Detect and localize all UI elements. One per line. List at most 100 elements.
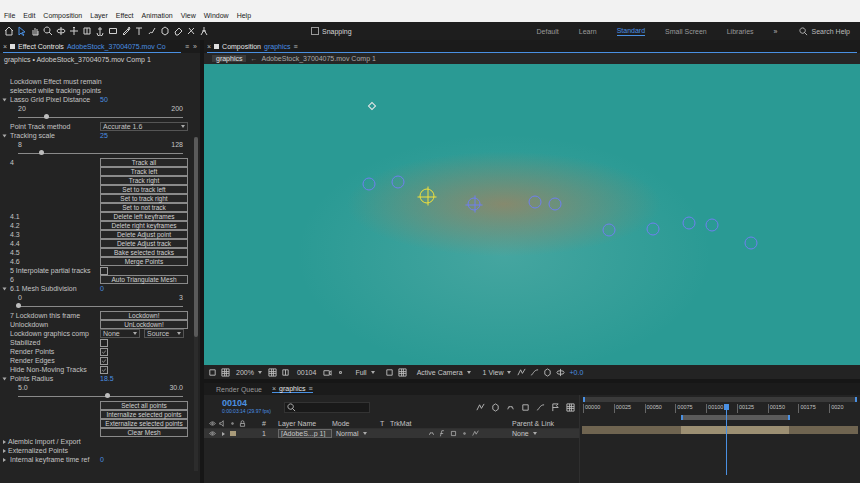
tracking-point-circle[interactable] — [647, 223, 660, 236]
timeline-tab[interactable]: Render Queue — [216, 386, 262, 393]
param-value[interactable]: 0 — [100, 456, 104, 463]
slider-track[interactable] — [18, 153, 183, 154]
square-icon[interactable] — [450, 430, 457, 437]
menu-item[interactable]: File — [4, 12, 15, 19]
effect-button[interactable]: Select all points — [100, 401, 188, 410]
twirl-icon[interactable] — [3, 134, 7, 137]
twirl-icon[interactable] — [3, 449, 6, 453]
tracking-point-circle[interactable] — [706, 219, 719, 232]
dropdown[interactable]: Source — [144, 329, 184, 338]
shy-icon[interactable] — [428, 430, 435, 437]
slider-knob[interactable] — [16, 303, 21, 308]
grid-icon[interactable] — [268, 368, 277, 377]
type-icon[interactable] — [134, 26, 144, 36]
tracking-point-circle[interactable] — [745, 237, 758, 250]
param-value[interactable]: 25 — [100, 132, 108, 139]
pen-icon[interactable] — [121, 26, 131, 36]
panel-menu-button[interactable]: ≡ — [185, 43, 189, 50]
column-header[interactable]: # — [262, 420, 278, 427]
param-group[interactable]: Alembic Import / Export — [0, 437, 193, 446]
effect-button[interactable]: Track all — [100, 158, 188, 167]
camera-dropdown[interactable]: Active Camera — [411, 369, 477, 376]
layer-search-field[interactable] — [284, 402, 370, 413]
layer-row[interactable]: 1[AdobeS...p 1]NormalNone — [204, 429, 579, 438]
checkbox[interactable] — [100, 366, 108, 374]
stamp-icon[interactable] — [491, 403, 500, 412]
breadcrumb[interactable]: AdobeStock_37004075.mov Comp 1 — [261, 55, 375, 62]
scrollbar[interactable] — [194, 137, 198, 471]
effect-button[interactable]: Delete left keyframes — [100, 212, 188, 221]
snapping-checkbox[interactable] — [311, 27, 319, 35]
snapping-toggle[interactable]: Snapping — [311, 27, 352, 35]
dot-icon[interactable] — [461, 430, 468, 437]
timeline-icon[interactable] — [530, 368, 539, 377]
exposure-reset-icon[interactable] — [556, 368, 565, 377]
tracking-point-circle[interactable] — [529, 196, 542, 209]
current-frame[interactable]: 00104 — [294, 369, 319, 376]
zoom-dropdown[interactable]: 200% — [234, 369, 264, 376]
dot-icon[interactable] — [229, 420, 236, 427]
column-header[interactable]: Mode — [332, 420, 380, 427]
menu-item[interactable]: Layer — [90, 12, 108, 19]
tracking-point-target[interactable] — [420, 189, 435, 204]
parent-dropdown[interactable]: None — [512, 430, 579, 437]
region-icon[interactable] — [221, 368, 230, 377]
shy-icon[interactable] — [506, 403, 515, 412]
close-tab-button[interactable]: × — [3, 43, 7, 50]
menu-item[interactable]: Help — [237, 12, 251, 19]
menu-item[interactable]: Edit — [23, 12, 35, 19]
panel-menu-button[interactable]: ≡ — [293, 43, 297, 50]
column-header[interactable]: T — [380, 420, 390, 427]
layer-duration-bar[interactable] — [582, 426, 858, 434]
blend-mode-dropdown[interactable]: Normal — [332, 430, 380, 437]
effect-button[interactable]: Merge Points — [100, 257, 188, 266]
effect-button[interactable]: Set to not track — [100, 203, 188, 212]
effect-button[interactable]: Externalize selected points — [100, 419, 188, 428]
checkbox[interactable] — [100, 339, 108, 347]
column-header[interactable]: Parent & Link — [512, 420, 579, 427]
slider-track[interactable] — [18, 396, 183, 397]
exposure-value[interactable]: +0.0 — [569, 369, 583, 376]
menu-item[interactable]: View — [181, 12, 196, 19]
effect-button[interactable]: Bake selected tracks — [100, 248, 188, 257]
workspace-overflow[interactable]: » — [774, 28, 778, 35]
slider-knob[interactable] — [44, 114, 49, 119]
square-icon[interactable] — [521, 403, 530, 412]
select-icon[interactable] — [17, 26, 27, 36]
menu-item[interactable]: Animation — [142, 12, 173, 19]
stamp-icon[interactable] — [160, 26, 170, 36]
menu-item[interactable]: Composition — [43, 12, 82, 19]
slider-track[interactable] — [18, 306, 183, 307]
effect-button[interactable]: Lockdown! — [100, 311, 188, 320]
param-value[interactable]: 18.5 — [100, 375, 114, 382]
twirl-icon[interactable] — [3, 377, 7, 380]
timecode[interactable]: 001040:00:03:14 (29.97 fps) — [222, 399, 276, 414]
flowchart-icon[interactable] — [543, 368, 552, 377]
twirl-icon[interactable] — [3, 440, 6, 444]
effect-button[interactable]: Track right — [100, 176, 188, 185]
views-dropdown[interactable]: 1 View — [481, 369, 514, 376]
twirl-icon[interactable] — [3, 287, 7, 290]
zoom-icon[interactable] — [43, 26, 53, 36]
scroll-thumb[interactable] — [194, 137, 198, 337]
workspace-tab[interactable]: Learn — [579, 27, 597, 36]
effect-button[interactable]: Track left — [100, 167, 188, 176]
twirl-icon[interactable] — [222, 432, 225, 436]
twirl-icon[interactable] — [3, 458, 6, 462]
time-ruler[interactable]: 0000000025000500007500100001250015000175… — [580, 402, 860, 413]
grid-icon[interactable] — [566, 403, 575, 412]
always-preview-icon[interactable] — [208, 368, 217, 377]
transparency-grid-icon[interactable] — [398, 368, 407, 377]
dropdown[interactable]: Accurate 1.6 — [100, 122, 188, 131]
column-header[interactable]: Layer Name — [278, 420, 332, 427]
param-value[interactable]: 50 — [100, 96, 108, 103]
checkbox[interactable] — [100, 357, 108, 365]
tracking-point-diamond[interactable] — [368, 102, 376, 110]
effect-button[interactable]: Clear Mesh — [100, 428, 188, 437]
motion-icon[interactable] — [472, 430, 479, 437]
puppet-icon[interactable] — [199, 26, 209, 36]
motion-icon[interactable] — [476, 403, 485, 412]
slider-track[interactable] — [18, 117, 183, 118]
workspace-tab[interactable]: Libraries — [727, 27, 754, 36]
lock-icon[interactable] — [10, 44, 15, 49]
